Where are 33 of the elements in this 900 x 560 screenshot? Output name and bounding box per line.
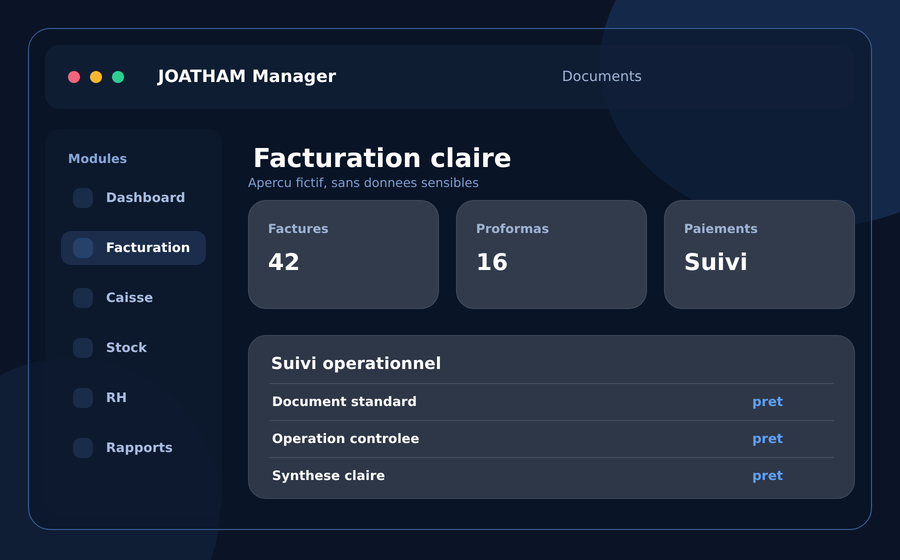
status-text: pret — [752, 394, 783, 410]
maximize-dot-icon[interactable] — [112, 71, 124, 83]
close-dot-icon[interactable] — [68, 71, 80, 83]
module-icon — [73, 188, 93, 208]
sidebar-item[interactable]: Rapports — [61, 431, 206, 465]
module-icon — [73, 388, 93, 408]
page-title: Facturation claire — [253, 143, 513, 175]
module-icon — [73, 438, 93, 458]
stat-label: Paiements — [684, 221, 759, 236]
stat-value: Suivi — [684, 250, 749, 276]
sidebar-item[interactable]: Stock — [61, 331, 206, 365]
sidebar-heading: Modules — [68, 151, 128, 166]
row-label: Document standard — [272, 394, 417, 410]
sidebar-item[interactable]: Caisse — [61, 281, 206, 315]
row-label: Synthese claire — [272, 468, 386, 484]
sidebar-item[interactable]: Facturation — [61, 231, 206, 265]
status-text: pret — [752, 432, 783, 446]
status-text: pret — [752, 468, 783, 484]
app-title: JOATHAM Manager — [158, 67, 338, 87]
module-icon — [73, 238, 93, 258]
panel-title: Suivi operationnel — [271, 354, 442, 373]
row-label: Operation controlee — [272, 432, 420, 446]
page-subtitle: Apercu fictif, sans donnees sensibles — [248, 175, 480, 191]
module-icon — [73, 288, 93, 308]
documents-link[interactable]: Documents — [562, 69, 642, 85]
sidebar-item[interactable]: RH — [61, 381, 206, 415]
stat-label: Factures — [268, 221, 330, 236]
stat-value: 16 — [476, 250, 510, 276]
minimize-dot-icon[interactable] — [90, 71, 102, 83]
stat-label: Proformas — [476, 221, 550, 236]
module-icon — [73, 338, 93, 358]
stat-value: 42 — [268, 250, 302, 276]
sidebar-item[interactable]: Dashboard — [61, 181, 206, 215]
